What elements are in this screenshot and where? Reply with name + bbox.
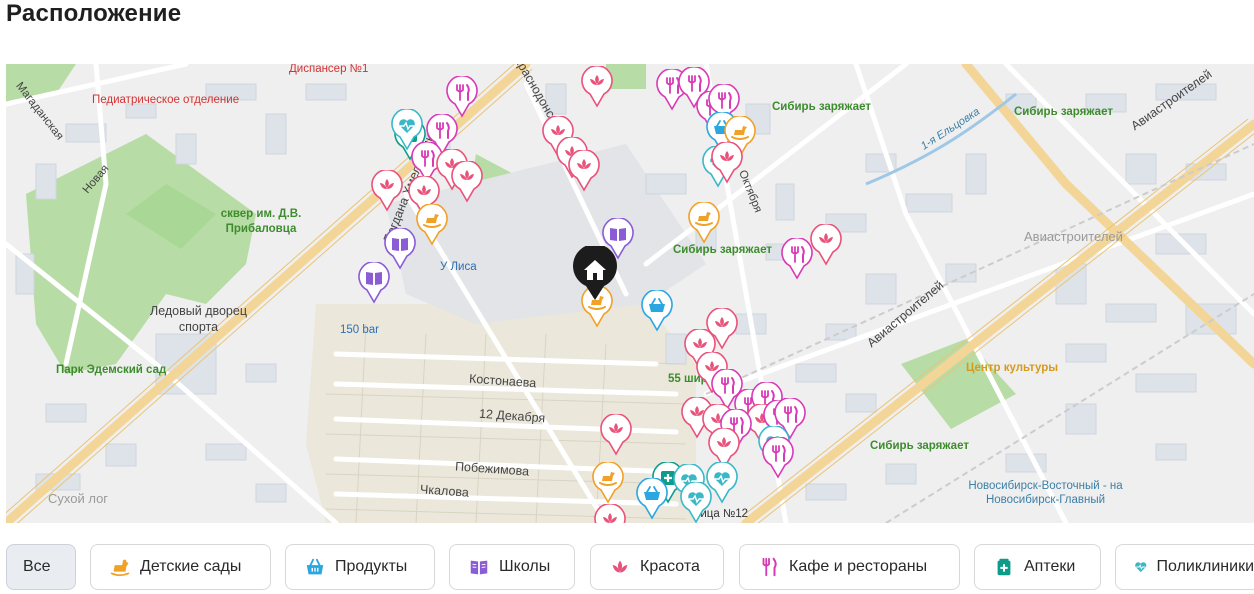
home-marker[interactable] bbox=[572, 243, 618, 302]
filter-groceries-button[interactable]: Продукты bbox=[285, 544, 435, 590]
fork-knife-icon bbox=[762, 557, 777, 577]
poi-sibir-2-label: Сибирь заряжает bbox=[1014, 106, 1113, 118]
poi-ice-palace-label: Ледовый дворец спорта bbox=[149, 304, 247, 334]
book-icon bbox=[470, 560, 488, 575]
home-icon bbox=[573, 243, 617, 300]
filter-kindergartens-label: Детские сады bbox=[140, 558, 242, 575]
filter-clinics-label: Поликлиники bbox=[1156, 558, 1254, 575]
poi-sibir-3-label: Сибирь заряжает bbox=[673, 244, 772, 256]
basket-icon bbox=[306, 558, 324, 575]
filter-cafes-button[interactable]: Кафе и рестораны bbox=[739, 544, 960, 590]
kindergarten-marker[interactable] bbox=[416, 204, 448, 246]
filter-beauty-label: Красота bbox=[640, 558, 700, 575]
beauty-marker[interactable] bbox=[581, 66, 613, 108]
beauty-marker[interactable] bbox=[371, 170, 403, 212]
poi-dispanser-label: Диспансер №1 bbox=[289, 64, 369, 75]
poi-pediatric-label: Педиатрическое отделение bbox=[92, 94, 240, 106]
filter-schools-label: Школы bbox=[499, 558, 551, 575]
filter-all-label: Все bbox=[23, 558, 51, 575]
poi-square-label: сквер им. Д.В. Прибаловца bbox=[220, 208, 302, 235]
poi-sibir-4-label: Сибирь заряжает bbox=[870, 440, 969, 452]
beauty-marker[interactable] bbox=[711, 142, 743, 184]
food-marker[interactable] bbox=[446, 76, 478, 118]
beauty-marker[interactable] bbox=[810, 224, 842, 266]
beauty-marker[interactable] bbox=[568, 150, 600, 192]
district-dry-log-label: Сухой лог bbox=[48, 491, 109, 506]
poi-sibir-1-label: Сибирь заряжает bbox=[772, 101, 871, 113]
filter-pharmacies-button[interactable]: Аптеки bbox=[974, 544, 1101, 590]
category-filters: Все Детские сады Продукты Школы Красота bbox=[6, 544, 1254, 592]
district-aviastroiteley-label: Авиастроителей bbox=[1024, 229, 1123, 244]
poi-bar-label: 150 bar bbox=[340, 324, 380, 336]
filter-beauty-button[interactable]: Красота bbox=[590, 544, 724, 590]
poi-park-label: Парк Эдемский сад bbox=[56, 364, 167, 376]
filter-cafes-label: Кафе и рестораны bbox=[789, 558, 928, 575]
beauty-marker[interactable] bbox=[600, 414, 632, 456]
filter-pharmacies-label: Аптеки bbox=[1024, 558, 1076, 575]
school-marker[interactable] bbox=[358, 262, 390, 304]
filter-all-button[interactable]: Все bbox=[6, 544, 76, 590]
map[interactable]: Диспансер №1 Педиатрическое отделение ск… bbox=[6, 64, 1254, 523]
clinic-marker[interactable] bbox=[391, 109, 423, 151]
filter-schools-button[interactable]: Школы bbox=[449, 544, 575, 590]
heart-pulse-icon bbox=[1135, 562, 1147, 573]
poi-u-lisa-label: У Лиса bbox=[440, 261, 477, 273]
lotus-icon bbox=[612, 560, 628, 573]
pharmacy-cross-icon bbox=[997, 558, 1011, 576]
filter-kindergartens-button[interactable]: Детские сады bbox=[90, 544, 271, 590]
street-chkalova-label: Чкалова bbox=[419, 482, 470, 500]
grocery-marker[interactable] bbox=[641, 290, 673, 332]
grocery-marker[interactable] bbox=[636, 478, 668, 520]
rocking-horse-icon bbox=[110, 559, 130, 577]
beauty-marker[interactable] bbox=[594, 504, 626, 523]
clinic-marker[interactable] bbox=[706, 462, 738, 504]
food-marker[interactable] bbox=[762, 437, 794, 479]
kindergarten-marker[interactable] bbox=[688, 202, 720, 244]
filter-groceries-label: Продукты bbox=[335, 558, 408, 575]
beauty-marker[interactable] bbox=[451, 161, 483, 203]
food-marker[interactable] bbox=[781, 238, 813, 280]
section-title: Расположение bbox=[6, 0, 182, 27]
kindergarten-marker[interactable] bbox=[592, 462, 624, 504]
poi-station-label: Новосибирск-Восточный - на Новосибирск-Г… bbox=[968, 480, 1123, 506]
filter-clinics-button[interactable]: Поликлиники bbox=[1115, 544, 1254, 590]
poi-culture-label: Центр культуры bbox=[966, 362, 1059, 374]
